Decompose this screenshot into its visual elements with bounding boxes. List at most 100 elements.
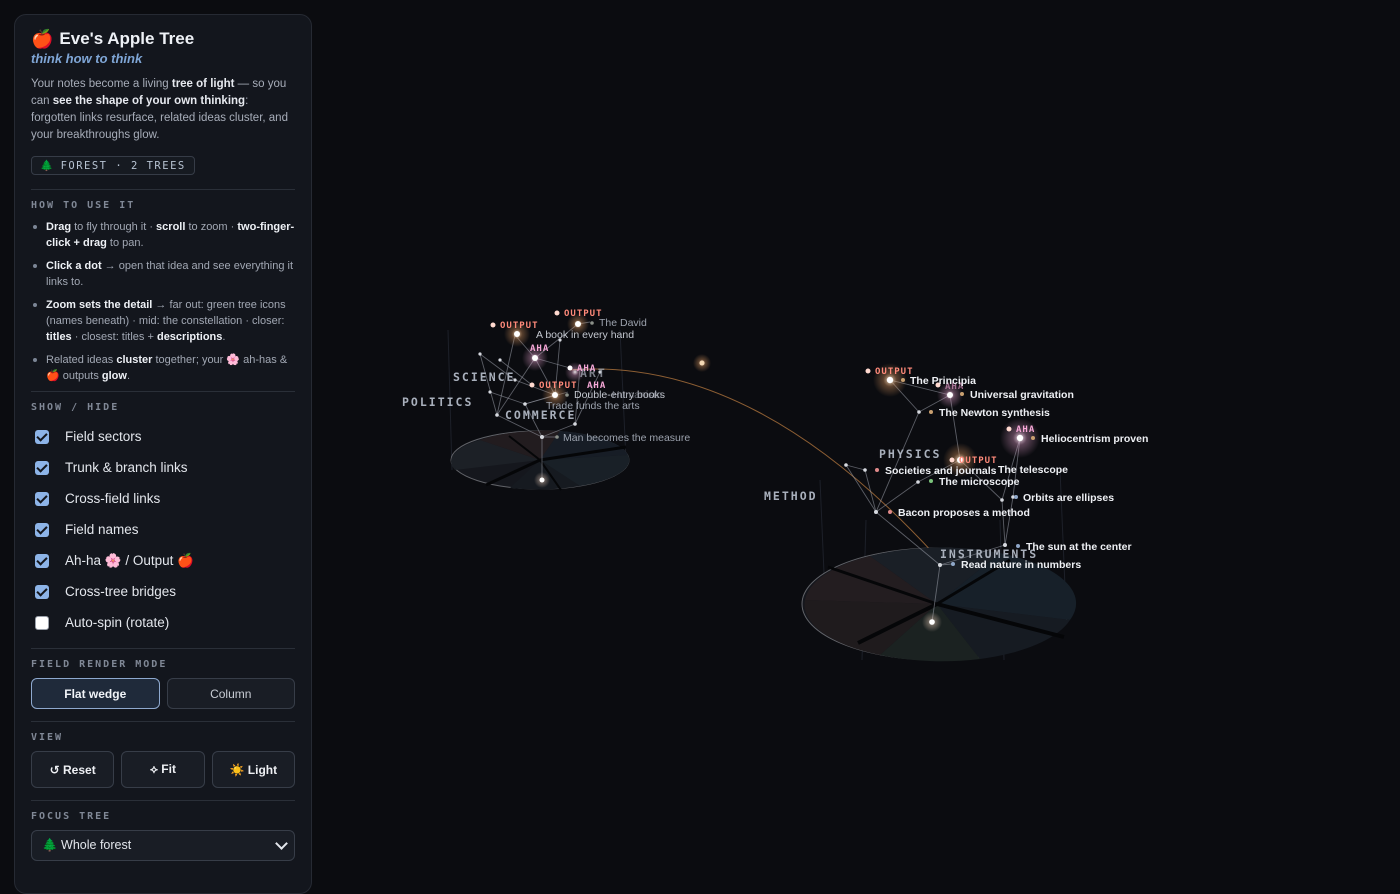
output-badge: OUTPUT xyxy=(500,321,539,331)
aha-badge: AHA xyxy=(1016,425,1035,435)
checkbox[interactable] xyxy=(35,553,49,568)
note-title[interactable]: The sun at the center xyxy=(1026,541,1132,553)
checkbox[interactable] xyxy=(35,584,49,599)
forest-badge-label: FOREST · 2 TREES xyxy=(60,159,186,172)
render-mode-toggle: Flat wedge Column xyxy=(31,678,295,709)
body-text: to pan. xyxy=(106,237,144,249)
body-text: . xyxy=(222,331,226,343)
section-heading-show-hide: SHOW / HIDE xyxy=(31,402,120,413)
emphasis-text: tree of light xyxy=(171,78,235,90)
section-heading-view: VIEW xyxy=(31,732,64,743)
note-title[interactable]: The microscope xyxy=(939,476,1020,488)
note-title[interactable]: The telescope xyxy=(998,464,1068,476)
howto-item: Click a dot → open that idea and see eve… xyxy=(31,258,295,290)
toggle-row[interactable]: Ah-ha 🌸 / Output 🍎 xyxy=(31,545,295,576)
divider xyxy=(31,648,295,649)
field-label-science: SCIENCE xyxy=(453,370,515,384)
section-heading-render-mode: FIELD RENDER MODE xyxy=(31,659,168,670)
note-title[interactable]: The Principia xyxy=(910,375,976,387)
focus-tree-value: 🌲 Whole forest xyxy=(42,838,132,852)
section-heading-howto: HOW TO USE IT xyxy=(31,200,136,211)
toggle-label: Ah-ha 🌸 / Output 🍎 xyxy=(65,552,194,568)
emphasis-text: see the shape of your own thinking xyxy=(52,95,246,107)
toggle-label: Field names xyxy=(65,522,139,537)
control-panel: 🍎 Eve's Apple Tree think how to think Yo… xyxy=(14,14,312,894)
view-buttons: ↺ Reset ⟡ Fit ☀️ Light xyxy=(31,751,295,788)
apple-icon: 🍎 xyxy=(31,29,54,49)
reset-view-button[interactable]: ↺ Reset xyxy=(31,751,115,788)
divider xyxy=(31,391,295,392)
column-button[interactable]: Column xyxy=(166,678,295,709)
toggle-list: Field sectors Trunk & branch links Cross-f… xyxy=(31,421,295,638)
note-title[interactable]: Man becomes the measure xyxy=(563,432,690,444)
field-label-method: METHOD xyxy=(764,489,818,503)
note-title[interactable]: Universal gravitation xyxy=(970,389,1074,401)
field-label-physics: PHYSICS xyxy=(879,447,941,461)
toggle-row[interactable]: Trunk & branch links xyxy=(31,452,295,483)
toggle-row[interactable]: Field sectors xyxy=(31,421,295,452)
aha-badge: AHA xyxy=(577,364,596,374)
howto-list: Drag to fly through it · scroll to zoom … xyxy=(31,219,295,384)
checkbox[interactable] xyxy=(35,615,49,630)
note-title[interactable]: Bacon proposes a method xyxy=(898,507,1030,519)
checkbox[interactable] xyxy=(35,429,49,444)
divider xyxy=(31,189,295,190)
body-text: to zoom · xyxy=(185,221,238,233)
emphasis-text: cluster xyxy=(116,354,153,366)
checkbox[interactable] xyxy=(35,491,49,506)
output-badge: OUTPUT xyxy=(564,309,603,319)
howto-item: Drag to fly through it · scroll to zoom … xyxy=(31,219,295,251)
emphasis-text: glow xyxy=(101,370,127,382)
emphasis-text: titles xyxy=(46,331,72,343)
note-title[interactable]: The David xyxy=(599,317,647,329)
checkbox[interactable] xyxy=(35,522,49,537)
emphasis-text: Zoom sets the detail xyxy=(46,299,153,311)
body-text: Your notes become a living xyxy=(31,78,172,90)
chevron-down-icon xyxy=(275,837,288,850)
app-title: Eve's Apple Tree xyxy=(59,29,195,48)
note-title[interactable]: Trade funds the arts xyxy=(546,400,640,412)
emphasis-text: descriptions xyxy=(156,331,223,343)
intro-text: Your notes become a living tree of light… xyxy=(31,76,295,144)
note-title[interactable]: The Newton synthesis xyxy=(939,407,1050,419)
toggle-label: Auto-spin (rotate) xyxy=(65,615,170,630)
note-title[interactable]: Orbits are ellipses xyxy=(1023,492,1114,504)
divider xyxy=(31,800,295,801)
toggle-label: Trunk & branch links xyxy=(65,460,188,475)
emphasis-text: Click a dot xyxy=(46,260,102,272)
body-text: · closest: titles + xyxy=(71,331,157,343)
note-title[interactable]: Heliocentrism proven xyxy=(1041,433,1148,445)
output-badge: OUTPUT xyxy=(875,367,914,377)
body-text: Related ideas xyxy=(46,354,117,366)
emphasis-text: scroll xyxy=(156,221,186,233)
app-header: 🍎 Eve's Apple Tree xyxy=(31,29,295,49)
tree-renaissance xyxy=(450,310,936,556)
toggle-label: Cross-tree bridges xyxy=(65,584,177,599)
tree-icon: 🌲 xyxy=(40,160,55,172)
body-text: to fly through it · xyxy=(71,221,157,233)
light-theme-button[interactable]: ☀️ Light xyxy=(211,751,295,788)
focus-tree-select[interactable]: 🌲 Whole forest xyxy=(31,830,295,861)
fit-view-button[interactable]: ⟡ Fit xyxy=(121,751,205,788)
toggle-row[interactable]: Auto-spin (rotate) xyxy=(31,607,295,638)
toggle-row[interactable]: Cross-field links xyxy=(31,483,295,514)
forest-badge: 🌲 FOREST · 2 TREES xyxy=(31,156,195,175)
note-title[interactable]: Read nature in numbers xyxy=(961,559,1081,571)
flat-wedge-button[interactable]: Flat wedge xyxy=(31,678,160,709)
howto-item: Related ideas cluster together; your 🌸 a… xyxy=(31,352,295,384)
divider xyxy=(31,721,295,722)
app-tagline: think how to think xyxy=(31,51,143,66)
field-label-politics: POLITICS xyxy=(402,395,473,409)
toggle-label: Cross-field links xyxy=(65,491,161,506)
toggle-row[interactable]: Cross-tree bridges xyxy=(31,576,295,607)
toggle-label: Field sectors xyxy=(65,429,142,444)
howto-item: Zoom sets the detail → far out: green tr… xyxy=(31,297,295,345)
output-badge: OUTPUT xyxy=(539,381,578,391)
section-heading-focus-tree: FOCUS TREE xyxy=(31,811,112,822)
toggle-row[interactable]: Field names xyxy=(31,514,295,545)
body-text: . xyxy=(126,370,131,382)
aha-badge: AHA xyxy=(530,344,549,354)
checkbox[interactable] xyxy=(35,460,49,475)
note-title[interactable]: A book in every hand xyxy=(536,329,634,341)
emphasis-text: Drag xyxy=(46,221,72,233)
